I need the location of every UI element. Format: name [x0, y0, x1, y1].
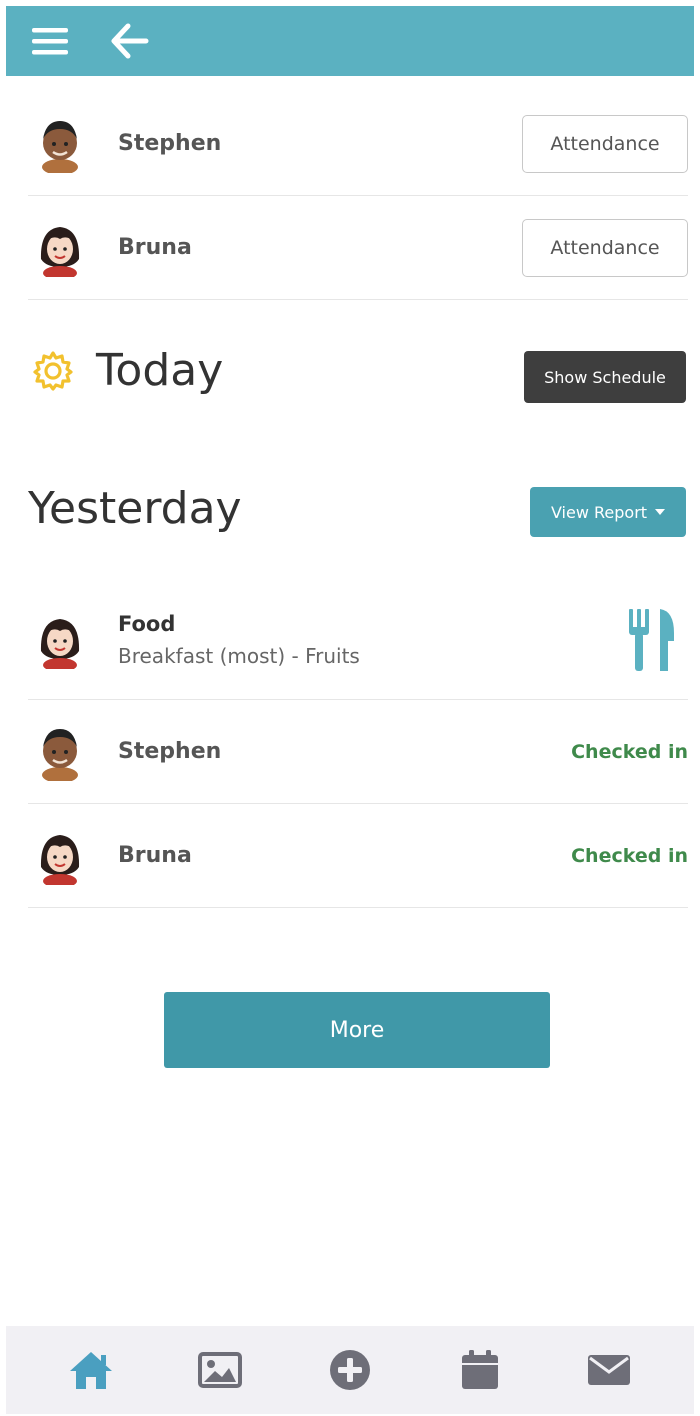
- attendance-button[interactable]: Attendance: [522, 114, 688, 173]
- show-schedule-button[interactable]: Show Schedule: [524, 351, 686, 403]
- top-app-bar: [6, 6, 694, 76]
- tab-messages[interactable]: [579, 1340, 639, 1400]
- more-button[interactable]: More: [164, 992, 550, 1068]
- calendar-icon: [461, 1350, 498, 1389]
- tab-home[interactable]: [61, 1340, 121, 1400]
- child-name: Stephen: [118, 131, 222, 156]
- checkin-row-stephen: Stephen Checked in: [28, 700, 688, 804]
- attendance-button[interactable]: Attendance: [522, 218, 688, 277]
- caret-down-icon: [655, 509, 666, 515]
- food-entry[interactable]: Food Breakfast (most) - Fruits: [28, 580, 688, 700]
- food-entry-text: Food Breakfast (most) - Fruits: [118, 612, 360, 668]
- plus-circle-icon: [329, 1350, 370, 1390]
- view-report-button[interactable]: View Report: [530, 487, 686, 537]
- girl-avatar: [40, 226, 80, 277]
- child-name: Stephen: [118, 739, 222, 764]
- child-name: Bruna: [118, 843, 192, 868]
- today-section: Today: [32, 345, 223, 396]
- food-title: Food: [118, 611, 176, 636]
- child-row-stephen: Stephen Attendance: [28, 92, 688, 196]
- view-report-label: View Report: [550, 502, 648, 522]
- tab-add[interactable]: [320, 1340, 380, 1400]
- checked-in-status: Checked in: [571, 844, 688, 867]
- girl-avatar: [40, 618, 80, 669]
- child-name: Bruna: [118, 235, 192, 260]
- checkin-row-bruna: Bruna Checked in: [28, 804, 688, 908]
- tab-photos[interactable]: [190, 1340, 250, 1400]
- checked-in-status: Checked in: [571, 740, 688, 763]
- boy-avatar: [42, 120, 78, 173]
- arrow-left-icon[interactable]: [106, 22, 150, 60]
- girl-avatar: [40, 834, 80, 885]
- sun-gear-icon: [33, 350, 73, 391]
- home-icon: [69, 1352, 112, 1389]
- hamburger-menu-icon[interactable]: [30, 22, 74, 60]
- envelope-icon: [588, 1355, 631, 1385]
- today-heading: Today: [96, 345, 224, 396]
- yesterday-heading: Yesterday: [28, 483, 242, 534]
- bottom-nav-bar: [6, 1326, 694, 1414]
- fork-knife-icon: [629, 608, 674, 671]
- boy-avatar: [42, 728, 78, 781]
- child-row-bruna: Bruna Attendance: [28, 196, 688, 300]
- food-description: Breakfast (most) - Fruits: [118, 643, 360, 668]
- tab-calendar[interactable]: [450, 1340, 510, 1400]
- image-icon: [198, 1352, 243, 1388]
